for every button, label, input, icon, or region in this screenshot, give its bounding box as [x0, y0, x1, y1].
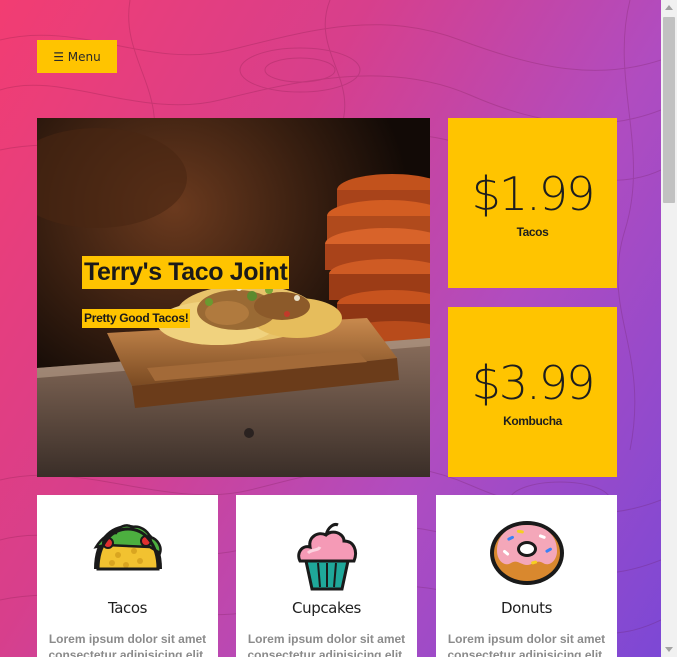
taco-icon	[92, 524, 162, 571]
product-name: Cupcakes	[292, 599, 361, 617]
product-description: Lorem ipsum dolor sit amet consectetur a…	[247, 632, 406, 657]
product-description: Lorem ipsum dolor sit amet consectetur a…	[48, 632, 207, 657]
product-card-cupcakes: Cupcakes Lorem ipsum dolor sit amet cons…	[236, 495, 417, 657]
hero-subtitle: Pretty Good Tacos!	[82, 309, 191, 328]
menu-label: ☰ Menu	[53, 49, 101, 64]
menu-button[interactable]: ☰ Menu	[37, 40, 117, 73]
hero-banner: Terry's Taco Joint Pretty Good Tacos!	[37, 118, 430, 477]
product-name: Donuts	[500, 599, 553, 617]
scrollbar-thumb[interactable]	[663, 17, 675, 203]
scroll-down-arrow-icon[interactable]	[665, 647, 673, 652]
product-card-tacos: Tacos Lorem ipsum dolor sit amet consect…	[37, 495, 218, 657]
product-name: Tacos	[107, 599, 148, 617]
product-description: Lorem ipsum dolor sit amet consectetur a…	[447, 632, 606, 657]
donut-icon	[489, 521, 564, 585]
page: ☰ Menu Terry's Taco Joint Pretty Good Ta…	[0, 0, 661, 657]
price-card-kombucha: $3.99 Kombucha	[448, 307, 617, 477]
price-label: Kombucha	[503, 414, 562, 428]
price-label: Tacos	[516, 225, 549, 239]
hero-title: Terry's Taco Joint	[82, 256, 290, 289]
price-amount: $1.99	[471, 167, 596, 221]
tacos-on-wooden-board-photo	[37, 118, 430, 477]
product-card-donuts: Donuts Lorem ipsum dolor sit amet consec…	[436, 495, 617, 657]
scroll-up-arrow-icon[interactable]	[665, 5, 673, 10]
price-amount: $3.99	[471, 356, 596, 410]
cupcake-icon	[296, 523, 357, 591]
vertical-scrollbar[interactable]	[661, 0, 677, 657]
price-card-tacos: $1.99 Tacos	[448, 118, 617, 288]
